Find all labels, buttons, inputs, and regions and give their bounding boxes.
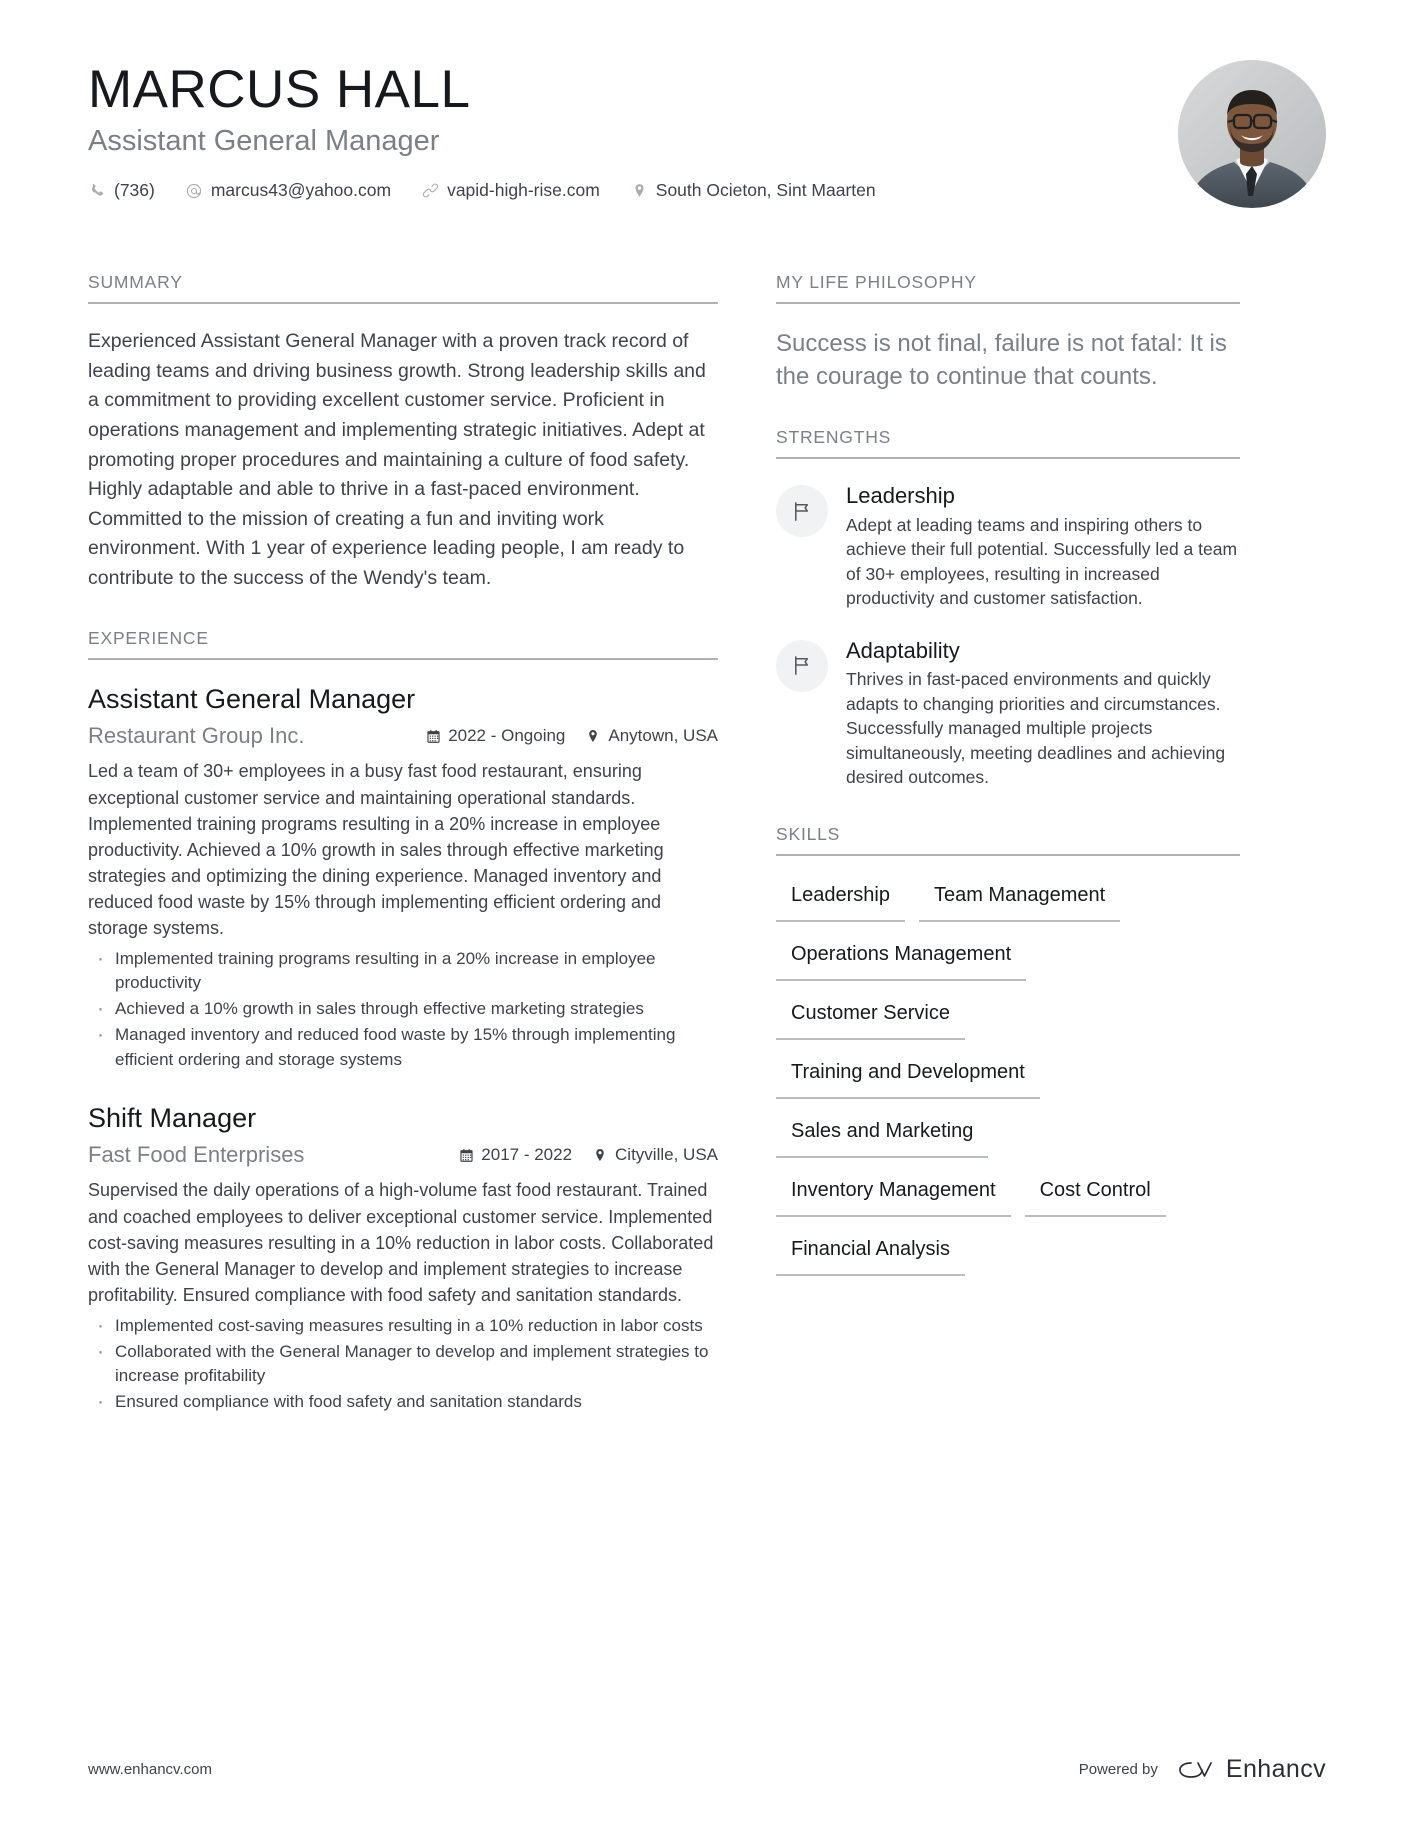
flag-icon: [776, 485, 828, 538]
experience-date-text: 2022 - Ongoing: [448, 726, 566, 746]
experience-company: Fast Food Enterprises: [88, 1142, 305, 1168]
skill-tag: Operations Management: [776, 938, 1027, 981]
enhancv-wordmark: Enhancv: [1225, 1755, 1326, 1783]
experience-bullet: Implemented cost-saving measures resulti…: [88, 1311, 718, 1341]
philosophy-quote: Success is not final, failure is not fat…: [776, 330, 1227, 391]
skills-section-title: SKILLS: [776, 824, 1240, 856]
experience-company: Restaurant Group Inc.: [88, 723, 305, 749]
contact-website-text: vapid-high-rise.com: [447, 180, 600, 201]
experience-bullet: Achieved a 10% growth in sales through e…: [88, 994, 718, 1024]
experience-location: Anytown, USA: [585, 726, 718, 746]
experience-item: Shift Manager Fast Food Enterprises 2017…: [88, 1102, 718, 1418]
experience-bullets: Implemented cost-saving measures resulti…: [88, 1311, 718, 1417]
philosophy-section-title: MY LIFE PHILOSOPHY: [776, 272, 1240, 304]
link-icon: [421, 181, 440, 200]
resume-page: MARCUS HALL Assistant General Manager (7…: [0, 0, 1410, 1826]
strengths-section: STRENGTHS Leadership Adept at leading te…: [776, 427, 1240, 790]
experience-role: Assistant General Manager: [88, 683, 416, 714]
experience-section: EXPERIENCE Assistant General Manager Res…: [88, 628, 718, 1418]
experience-bullet: Ensured compliance with food safety and …: [88, 1387, 718, 1417]
strength-name: Adaptability: [846, 637, 960, 663]
skill-tag: Cost Control: [1024, 1174, 1166, 1217]
resume-footer: www.enhancv.com Powered by Enhancv: [88, 1755, 1326, 1784]
enhancv-logo: Enhancv: [1175, 1755, 1326, 1784]
calendar-icon: [425, 728, 441, 745]
experience-bullet: Implemented training programs resulting …: [88, 944, 718, 995]
footer-url[interactable]: www.enhancv.com: [88, 1761, 212, 1778]
skills-section: SKILLS Leadership Team Management Operat…: [776, 824, 1240, 1292]
experience-item: Assistant General Manager Restaurant Gro…: [88, 683, 718, 1072]
experience-location-text: Cityville, USA: [615, 1145, 718, 1165]
experience-bullets: Implemented training programs resulting …: [88, 944, 718, 1072]
strength-item: Leadership Adept at leading teams and in…: [776, 482, 1240, 611]
skill-tag: Financial Analysis: [776, 1233, 965, 1276]
strength-body: Leadership Adept at leading teams and in…: [846, 482, 1240, 611]
philosophy-section: MY LIFE PHILOSOPHY Success is not final,…: [776, 272, 1240, 393]
summary-text: Experienced Assistant General Manager wi…: [88, 330, 706, 589]
skill-tag: Sales and Marketing: [776, 1115, 989, 1158]
resume-header: MARCUS HALL Assistant General Manager (7…: [0, 0, 1410, 242]
resume-body: SUMMARY Experienced Assistant General Ma…: [0, 242, 1410, 1448]
location-pin-icon: [630, 181, 649, 200]
right-column: MY LIFE PHILOSOPHY Success is not final,…: [776, 272, 1240, 1326]
strength-item: Adaptability Thrives in fast-paced envir…: [776, 637, 1240, 790]
experience-section-title: EXPERIENCE: [88, 628, 718, 660]
experience-date-text: 2017 - 2022: [481, 1145, 573, 1165]
skill-tag: Training and Development: [776, 1056, 1040, 1099]
flag-icon: [776, 639, 828, 692]
phone-icon: [88, 181, 107, 200]
contact-website[interactable]: vapid-high-rise.com: [421, 180, 600, 201]
email-icon: [185, 181, 204, 200]
summary-section: SUMMARY Experienced Assistant General Ma…: [88, 272, 718, 594]
strength-description: Thrives in fast-paced environments and q…: [846, 669, 1226, 788]
job-title: Assistant General Manager: [88, 124, 440, 157]
contact-location: South Ocieton, Sint Maarten: [630, 180, 876, 201]
contact-phone: (736): [88, 180, 155, 201]
contact-location-text: South Ocieton, Sint Maarten: [655, 180, 876, 201]
page-title: MARCUS HALL: [88, 60, 471, 119]
experience-role: Shift Manager: [88, 1102, 257, 1133]
footer-branding: Powered by Enhancv: [1079, 1755, 1326, 1784]
experience-description: Led a team of 30+ employees in a busy fa…: [88, 761, 664, 938]
experience-location: Cityville, USA: [592, 1145, 718, 1165]
skill-tag: Inventory Management: [776, 1174, 1011, 1217]
experience-meta: Restaurant Group Inc. 2022 - Ongoing Any…: [88, 723, 718, 749]
experience-bullet: Managed inventory and reduced food waste…: [88, 1020, 718, 1071]
experience-date: 2017 - 2022: [458, 1145, 572, 1165]
strengths-section-title: STRENGTHS: [776, 427, 1240, 460]
skill-tag: Leadership: [776, 879, 905, 922]
strength-body: Adaptability Thrives in fast-paced envir…: [846, 637, 1240, 790]
calendar-icon: [458, 1147, 474, 1164]
experience-description: Supervised the daily operations of a hig…: [88, 1180, 714, 1305]
skill-tag: Team Management: [918, 879, 1121, 922]
powered-by-label: Powered by: [1078, 1761, 1158, 1778]
left-column: SUMMARY Experienced Assistant General Ma…: [88, 272, 776, 1448]
strength-name: Leadership: [846, 483, 955, 509]
contact-row: (736) marcus43@yahoo.com vapid-high-rise…: [88, 180, 1330, 201]
contact-email[interactable]: marcus43@yahoo.com: [185, 180, 391, 201]
experience-location-text: Anytown, USA: [608, 726, 718, 746]
location-pin-icon: [592, 1147, 608, 1164]
enhancv-mark-icon: [1175, 1758, 1226, 1782]
experience-date: 2022 - Ongoing: [425, 726, 565, 746]
avatar: [1178, 60, 1326, 208]
contact-phone-text: (736): [114, 180, 155, 201]
skill-tag: Customer Service: [776, 997, 965, 1040]
contact-email-text: marcus43@yahoo.com: [210, 180, 392, 201]
strength-description: Adept at leading teams and inspiring oth…: [846, 514, 1238, 609]
skills-list: Leadership Team Management Operations Ma…: [776, 879, 1240, 1292]
summary-section-title: SUMMARY: [88, 272, 718, 304]
experience-bullet: Collaborated with the General Manager to…: [88, 1337, 718, 1388]
location-pin-icon: [585, 728, 601, 745]
experience-meta: Fast Food Enterprises 2017 - 2022 Cityvi…: [88, 1142, 718, 1168]
